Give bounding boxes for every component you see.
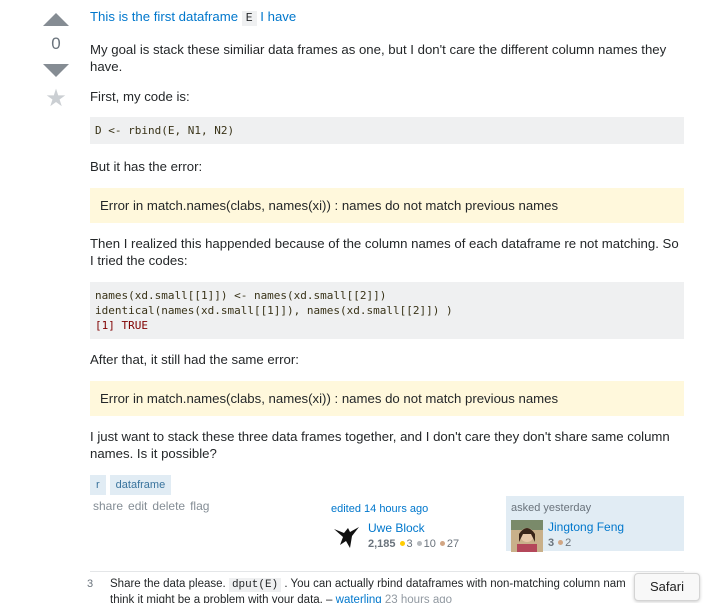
editor-avatar[interactable] xyxy=(331,521,363,553)
intro-link-text[interactable]: This is the first dataframe xyxy=(90,9,238,24)
inline-code-E: E xyxy=(241,11,257,26)
safari-tooltip: Safari xyxy=(634,573,700,601)
comment-author-link[interactable]: waterling xyxy=(336,594,382,603)
favorite-star-icon[interactable]: ★ xyxy=(38,87,74,111)
owner-reputation: 32 xyxy=(548,537,624,549)
asked-time: asked yesterday xyxy=(511,502,592,514)
owner-avatar[interactable] xyxy=(511,520,543,552)
post-menu: share edit delete flag xyxy=(93,499,209,513)
tag-list: r dataframe xyxy=(90,475,684,495)
edit-link[interactable]: edit xyxy=(128,499,147,513)
bronze-badge-count: 27 xyxy=(446,538,460,550)
gold-badge-icon xyxy=(399,541,405,547)
reputation-score: 3 xyxy=(548,537,555,549)
paragraph-error-intro: But it has the error: xyxy=(90,159,203,174)
reputation-score: 2,185 xyxy=(368,538,396,550)
comment-text: think it might be a problem with your da… xyxy=(110,594,333,603)
error-blockquote: Error in match.names(clabs, names(xi)) :… xyxy=(90,381,684,416)
paragraph-first-code: First, my code is: xyxy=(90,89,190,104)
flag-link[interactable]: flag xyxy=(190,499,209,513)
editor-name-link[interactable]: Uwe Block xyxy=(368,521,459,535)
code-block-names: names(xd.small[[1]]) <- names(xd.small[[… xyxy=(90,282,684,339)
code-output-true: TRUE xyxy=(121,319,149,332)
edited-time-link[interactable]: edited 14 hours ago xyxy=(331,503,491,515)
owner-name-link[interactable]: Jingtong Feng xyxy=(548,520,624,534)
silver-badge-icon xyxy=(416,541,422,547)
editor-signature: edited 14 hours ago Uwe Block 2,185 3 10 27 xyxy=(326,498,496,558)
question-body: This is the first dataframe E I have My … xyxy=(90,8,684,495)
comment-body: Share the data please. dput(E) . You can… xyxy=(110,577,684,603)
bronze-badge-icon xyxy=(558,540,564,546)
comment-date[interactable]: 23 hours ago xyxy=(385,594,452,603)
comment-item: 3 Share the data please. dput(E) . You c… xyxy=(87,571,684,603)
intro-link-suffix[interactable]: I have xyxy=(260,9,296,24)
tag-r[interactable]: r xyxy=(90,475,106,495)
downvote-arrow-icon[interactable] xyxy=(43,64,69,77)
bronze-badge-icon xyxy=(439,541,445,547)
vote-cell: 0 ★ xyxy=(38,10,74,111)
code-line: identical(names(xd.small[[1]]), names(xd… xyxy=(95,304,453,317)
owner-signature: asked yesterday Jingtong Feng 32 xyxy=(506,496,684,552)
gold-badge-count: 3 xyxy=(406,538,413,550)
comment-inline-code: dput(E) xyxy=(228,578,282,592)
upvote-arrow-icon[interactable] xyxy=(43,13,69,26)
paragraph-intro: This is the first dataframe E I have xyxy=(90,8,684,27)
paragraph-question: I just want to stack these three data fr… xyxy=(90,429,670,461)
comment-score: 3 xyxy=(87,578,94,590)
share-link[interactable]: share xyxy=(93,499,123,513)
editor-reputation: 2,185 3 10 27 xyxy=(368,538,459,550)
comment-text: . You can actually rbind dataframes with… xyxy=(284,578,626,590)
error-blockquote: Error in match.names(clabs, names(xi)) :… xyxy=(90,188,684,223)
paragraph-same-error: After that, it still had the same error: xyxy=(90,352,299,367)
paragraph-realized: Then I realized this happended because o… xyxy=(90,236,679,268)
code-line: names(xd.small[[1]]) <- names(xd.small[[… xyxy=(95,289,387,302)
delete-link[interactable]: delete xyxy=(152,499,185,513)
tag-dataframe[interactable]: dataframe xyxy=(109,475,172,495)
code-block-rbind: D <- rbind(E, N1, N2) xyxy=(90,117,684,144)
silver-badge-count: 10 xyxy=(423,538,436,550)
vote-count: 0 xyxy=(51,34,61,53)
code-output-index: [1] xyxy=(95,319,122,332)
paragraph-goal: My goal is stack these similiar data fra… xyxy=(90,42,667,74)
bronze-badge-count: 2 xyxy=(565,537,572,549)
comment-text: Share the data please. xyxy=(110,578,226,590)
